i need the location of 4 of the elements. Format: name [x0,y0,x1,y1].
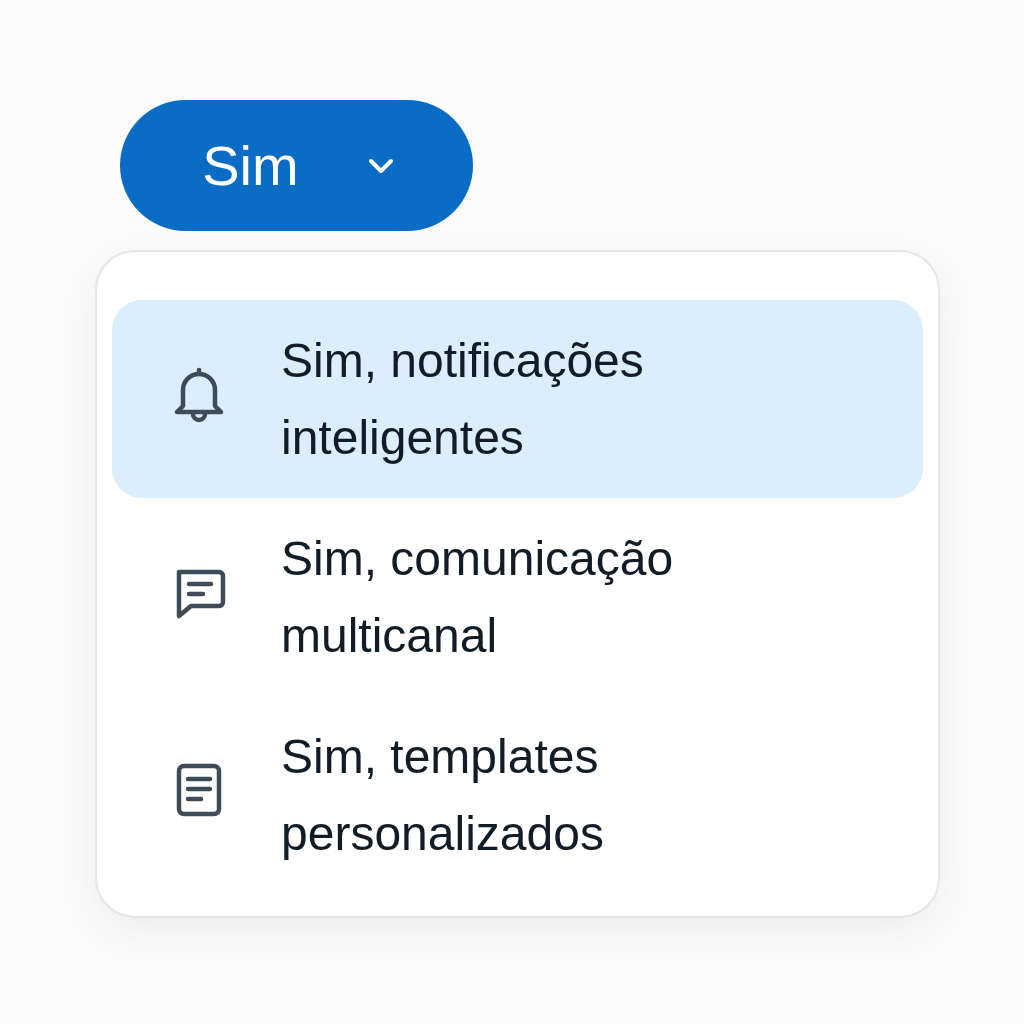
menu-item[interactable]: Sim, notificações inteligentes [112,300,923,498]
menu-item[interactable]: Sim, templates personalizados [112,696,923,894]
dropdown-button[interactable]: Sim [120,100,473,231]
menu-item[interactable]: Sim, comunicação multicanal [112,498,923,696]
